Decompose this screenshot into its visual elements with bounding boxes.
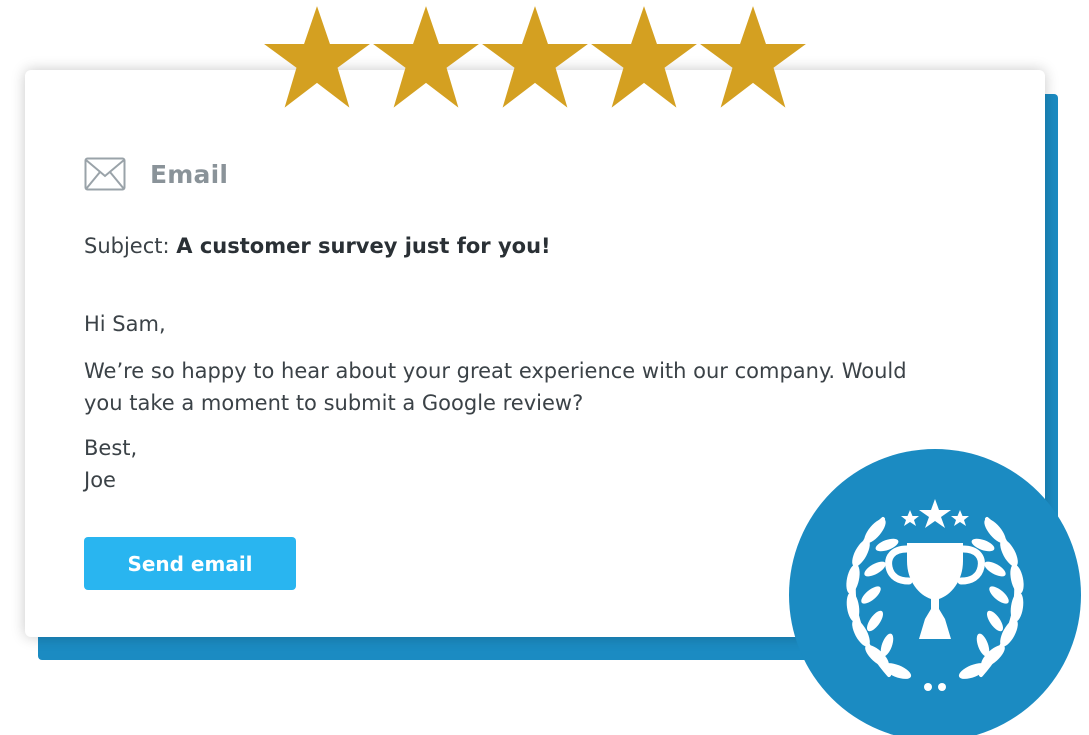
star-rating xyxy=(263,4,808,112)
star-icon xyxy=(482,6,588,108)
email-greeting: Hi Sam, xyxy=(84,312,166,336)
email-section-title: Email xyxy=(150,159,229,189)
review-request-card-stage: Email Subject: A customer survey just fo… xyxy=(0,0,1089,735)
email-subject: Subject: A customer survey just for you! xyxy=(84,234,551,258)
signoff-closing: Best, xyxy=(84,436,138,460)
send-email-button[interactable]: Send email xyxy=(84,537,296,590)
subject-label: Subject: xyxy=(84,234,170,258)
signoff-name: Joe xyxy=(84,468,116,492)
star-icon xyxy=(373,6,479,108)
email-section-header: Email xyxy=(84,156,228,192)
star-icon xyxy=(591,6,697,108)
star-icon xyxy=(700,6,806,108)
envelope-icon xyxy=(84,157,126,191)
subject-text: A customer survey just for you! xyxy=(176,234,551,258)
trophy-award-icon xyxy=(789,449,1081,735)
email-message: We’re so happy to hear about your great … xyxy=(84,359,907,415)
star-icon xyxy=(264,6,370,108)
email-signoff: Best, Joe xyxy=(84,432,137,496)
